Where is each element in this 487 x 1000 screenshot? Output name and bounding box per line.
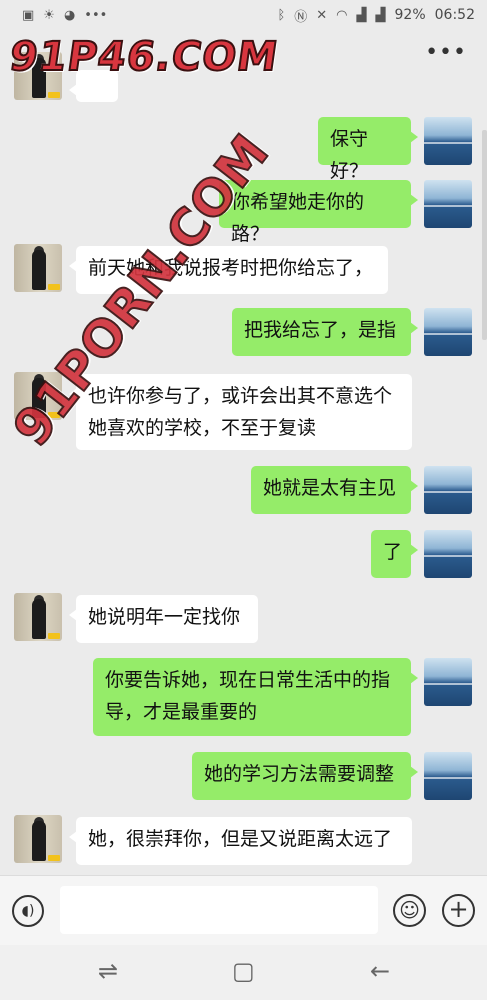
signal-icon: ▟ — [375, 7, 386, 23]
message-bubble-sent[interactable]: 你希望她走你的路？ — [219, 180, 418, 245]
my-avatar[interactable] — [424, 752, 472, 800]
chat-header: ••• — [0, 30, 487, 86]
emoji-icon[interactable]: ☺ — [393, 894, 426, 927]
app-icon: ◕ — [63, 7, 76, 23]
wifi-icon: ◠ — [336, 7, 348, 23]
contact-avatar[interactable] — [14, 244, 62, 292]
image-icon: ▣ — [22, 7, 35, 23]
mute-icon: ✕ — [316, 7, 328, 23]
more-icon[interactable]: ••• — [425, 40, 467, 65]
message-bubble-received[interactable]: 也许你参与了，或许会出其不意选个她喜欢的学校，不至于复读 — [69, 374, 412, 450]
my-avatar[interactable] — [424, 530, 472, 578]
message-bubble-sent[interactable]: 她就是太有主见 — [251, 466, 418, 514]
contact-avatar[interactable] — [14, 52, 62, 100]
status-left-icons: ▣ ☀ ◕ ••• — [22, 8, 107, 23]
input-bar: ◖) ☺ + — [0, 875, 487, 946]
back-icon[interactable]: ← — [370, 957, 390, 985]
system-nav-bar: ⇌ ▢ ← — [0, 945, 487, 1000]
clock: 06:52 — [434, 7, 475, 23]
message-bubble-sent[interactable]: 了 — [371, 530, 418, 578]
message-bubble-received[interactable] — [69, 70, 118, 102]
weather-icon: ☀ — [43, 7, 55, 23]
status-right-icons: ᛒ Ⓝ ✕ ◠ ▟ ▟ 92% 06:52 — [277, 6, 475, 25]
battery-level: 92% — [394, 7, 426, 23]
contact-avatar[interactable] — [14, 372, 62, 420]
recents-icon[interactable]: ⇌ — [98, 957, 118, 985]
my-avatar[interactable] — [424, 117, 472, 165]
my-avatar[interactable] — [424, 180, 472, 228]
voice-icon[interactable]: ◖) — [12, 895, 44, 927]
message-bubble-sent[interactable]: 你要告诉她，现在日常生活中的指导，才是最重要的 — [93, 658, 418, 736]
bluetooth-icon: ᛒ — [277, 7, 286, 23]
scroll-indicator[interactable] — [482, 130, 487, 340]
message-bubble-received[interactable]: 她，很崇拜你，但是又说距离太远了 — [69, 817, 412, 865]
message-bubble-received[interactable]: 前天她和我说报考时把你给忘了， — [69, 246, 388, 294]
my-avatar[interactable] — [424, 466, 472, 514]
message-bubble-received[interactable]: 她说明年一定找你 — [69, 595, 258, 643]
status-bar: ▣ ☀ ◕ ••• ᛒ Ⓝ ✕ ◠ ▟ ▟ 92% 06:52 — [0, 0, 487, 30]
contact-avatar[interactable] — [14, 815, 62, 863]
message-bubble-sent[interactable]: 她的学习方法需要调整 — [192, 752, 418, 800]
message-input[interactable] — [60, 886, 378, 934]
contact-avatar[interactable] — [14, 593, 62, 641]
home-icon[interactable]: ▢ — [232, 957, 255, 985]
my-avatar[interactable] — [424, 308, 472, 356]
signal-icon: ▟ — [356, 7, 367, 23]
more-notifications-icon: ••• — [84, 7, 108, 23]
nfc-icon: Ⓝ — [294, 9, 308, 25]
my-avatar[interactable] — [424, 658, 472, 706]
message-bubble-sent[interactable]: 把我给忘了，是指 — [232, 308, 418, 356]
plus-icon[interactable]: + — [442, 894, 475, 927]
message-bubble-sent[interactable]: 保守好？ — [318, 117, 418, 182]
